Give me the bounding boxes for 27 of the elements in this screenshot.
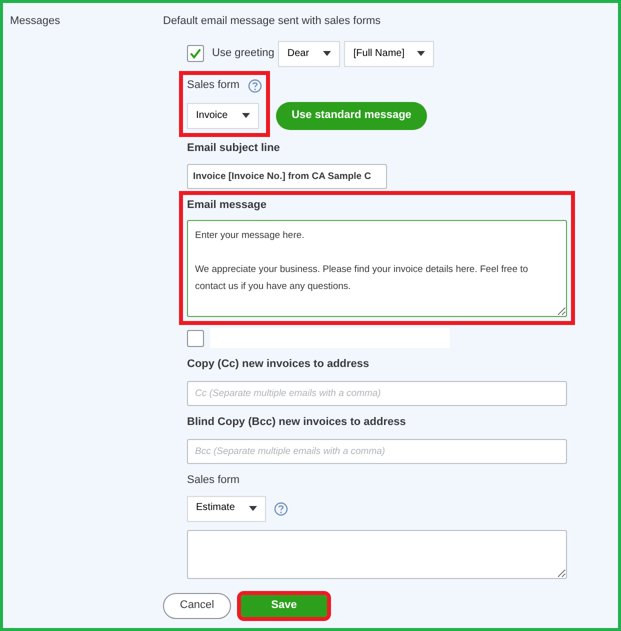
salutation-dropdown[interactable]: Dear bbox=[278, 40, 340, 67]
field-label: Blind Copy (Bcc) new invoices to address bbox=[187, 416, 407, 430]
greeting-label: Use greeting bbox=[212, 46, 274, 61]
help-icon[interactable] bbox=[274, 502, 288, 516]
bcc-field[interactable]: Bcc (Separate multiple emails with a comma) bbox=[187, 438, 567, 464]
field-label: Email subject line bbox=[187, 142, 281, 156]
field-label: Email message bbox=[187, 198, 268, 212]
checkbox[interactable] bbox=[187, 45, 204, 62]
name-format-dropdown[interactable]: [Full Name] bbox=[344, 40, 434, 67]
caret-icon bbox=[323, 51, 332, 56]
caret-icon bbox=[417, 51, 426, 56]
field-label: Sales form bbox=[187, 474, 241, 488]
section-label: Messages bbox=[10, 15, 60, 27]
field-label: Copy (Cc) new invoices to address bbox=[187, 358, 370, 372]
checkbox[interactable] bbox=[187, 330, 204, 347]
sales-form-dropdown[interactable]: Invoice bbox=[187, 102, 259, 129]
caret-icon bbox=[249, 506, 257, 511]
caret-icon bbox=[242, 113, 250, 118]
subject-field[interactable]: Invoice [Invoice No.] from CA Sample C bbox=[187, 164, 387, 188]
field-label: Sales form bbox=[187, 78, 240, 93]
cancel-button[interactable]: Cancel bbox=[163, 592, 231, 618]
section-heading: Default email message sent with sales forms bbox=[163, 15, 382, 29]
help-icon[interactable] bbox=[248, 78, 262, 93]
message-field[interactable] bbox=[187, 530, 567, 578]
cc-field[interactable]: Cc (Separate multiple emails with a comma) bbox=[187, 381, 567, 406]
email-message-field[interactable]: Enter your message here. We appreciate your business. Please find your invoice details here. Feel free to contact us if you have any questions. bbox=[187, 220, 567, 318]
sales-form-dropdown[interactable]: Estimate bbox=[187, 496, 266, 522]
